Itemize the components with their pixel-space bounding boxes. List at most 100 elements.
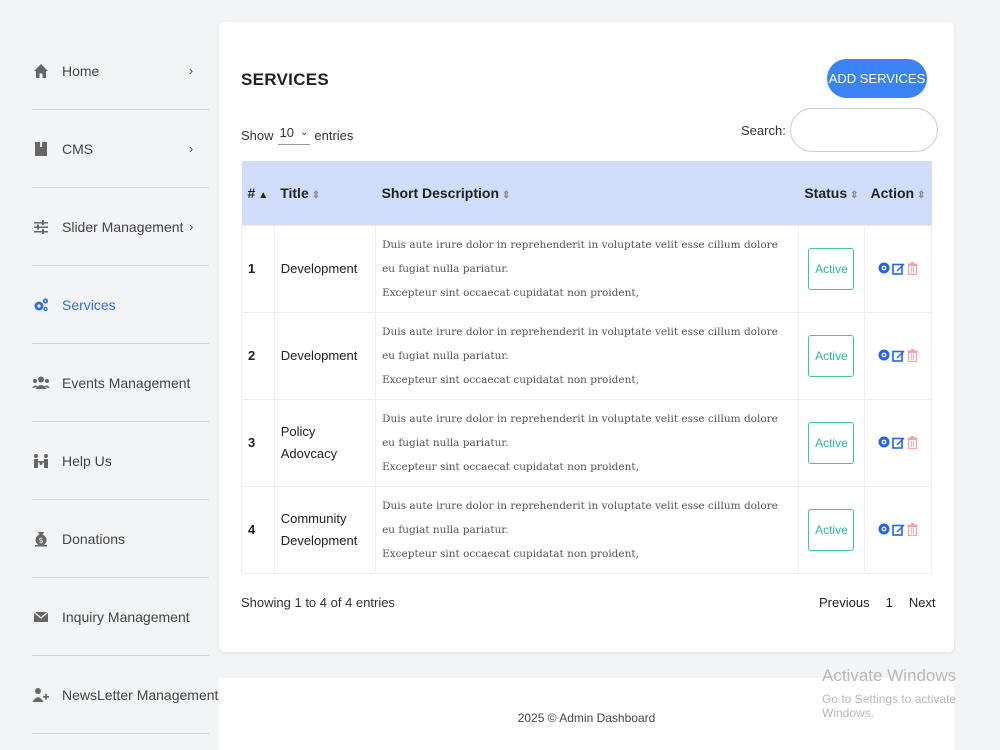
sidebar: Home › CMS › Slider Management › Service… bbox=[0, 0, 218, 750]
sort-icon: ⇕ bbox=[311, 189, 321, 201]
status-badge[interactable]: Active bbox=[808, 421, 855, 464]
table-row: 2 Development Duis aute irure dolor in rep… bbox=[241, 311, 932, 400]
row-status: Active bbox=[797, 398, 866, 487]
gears-icon bbox=[32, 296, 50, 314]
sidebar-item-label: Events Management bbox=[62, 374, 191, 391]
watermark-subtitle: Go to Settings to activate Windows. bbox=[822, 692, 957, 720]
row-actions bbox=[864, 485, 932, 574]
view-icon[interactable] bbox=[878, 436, 890, 450]
edit-icon[interactable] bbox=[892, 262, 905, 276]
sidebar-item-cms[interactable]: CMS › bbox=[32, 110, 209, 188]
row-description-line: Excepteur sint occaecat cupidatat non pr… bbox=[382, 460, 639, 473]
status-badge[interactable]: Active bbox=[808, 247, 855, 290]
sort-icon: ⇕ bbox=[917, 189, 926, 201]
status-badge[interactable]: Active bbox=[808, 508, 855, 551]
row-description: Duis aute irure dolor in reprehenderit i… bbox=[375, 485, 799, 574]
chevron-down-icon: ⌄ bbox=[300, 127, 309, 138]
chevron-right-icon: › bbox=[188, 63, 194, 78]
row-title: Policy Adovcacy bbox=[273, 398, 377, 487]
sidebar-item-events-management[interactable]: Events Management bbox=[32, 344, 209, 422]
pagination: Previous 1 Next bbox=[819, 595, 936, 610]
view-icon[interactable] bbox=[878, 349, 890, 363]
sidebar-item-label: Services bbox=[62, 296, 116, 313]
row-status: Active bbox=[797, 485, 866, 574]
money-bag-icon: $ bbox=[32, 530, 50, 548]
search-input[interactable] bbox=[789, 108, 938, 152]
delete-icon[interactable] bbox=[906, 436, 918, 450]
search-control: Search: bbox=[741, 108, 938, 152]
delete-icon[interactable] bbox=[906, 523, 918, 537]
sidebar-item-label: Home bbox=[62, 62, 100, 79]
people-icon bbox=[32, 452, 50, 470]
row-actions bbox=[864, 224, 932, 313]
entries-label: entries bbox=[314, 127, 354, 143]
row-actions bbox=[864, 398, 932, 487]
row-number: 3 bbox=[241, 398, 275, 487]
column-header-status[interactable]: Status ⇕ bbox=[798, 161, 864, 225]
edit-icon[interactable] bbox=[892, 436, 905, 450]
row-description-line: Excepteur sint occaecat cupidatat non pr… bbox=[382, 547, 639, 560]
row-title: Development bbox=[273, 311, 377, 400]
sidebar-item-services[interactable]: Services bbox=[32, 266, 209, 344]
edit-icon[interactable] bbox=[892, 349, 905, 363]
services-card: SERVICES ADD SERVICES Show 10 ⌄ entries … bbox=[219, 22, 954, 652]
sidebar-item-donations[interactable]: $ Donations bbox=[32, 500, 209, 578]
entries-select[interactable]: 10 ⌄ bbox=[277, 125, 311, 145]
column-header-description[interactable]: Short Description ⇕ bbox=[376, 161, 799, 225]
svg-text:$: $ bbox=[38, 536, 43, 545]
sort-icon: ⇕ bbox=[502, 189, 511, 201]
sidebar-item-label: Inquiry Management bbox=[62, 608, 190, 625]
watermark-title: Activate Windows bbox=[822, 666, 957, 685]
status-badge[interactable]: Active bbox=[808, 334, 855, 377]
entries-length-control: Show 10 ⌄ entries bbox=[241, 125, 353, 145]
pagination-previous[interactable]: Previous bbox=[819, 595, 870, 610]
home-icon bbox=[32, 62, 50, 80]
envelope-icon bbox=[32, 608, 50, 626]
sidebar-item-label: Help Us bbox=[62, 452, 112, 469]
row-number: 2 bbox=[241, 311, 275, 400]
sidebar-item-label: CMS bbox=[62, 140, 94, 157]
sidebar-item-help-us[interactable]: Help Us bbox=[32, 422, 209, 500]
search-label: Search: bbox=[741, 122, 786, 138]
column-header-title[interactable]: Title ⇕ bbox=[274, 161, 375, 225]
chevron-right-icon: › bbox=[188, 141, 194, 156]
pagination-next[interactable]: Next bbox=[909, 595, 936, 610]
sidebar-item-label: Slider Management bbox=[62, 218, 184, 235]
document-icon bbox=[32, 140, 50, 158]
show-label: Show bbox=[241, 127, 274, 143]
sidebar-item-inquiry-management[interactable]: Inquiry Management bbox=[32, 578, 209, 656]
row-status: Active bbox=[797, 224, 866, 313]
table-info: Showing 1 to 4 of 4 entries bbox=[241, 595, 395, 610]
sidebar-item-label: NewsLetter Management bbox=[62, 686, 219, 703]
table-row: 4 Community Development Duis aute irure do… bbox=[241, 485, 932, 574]
sidebar-item-newsletter-management[interactable]: NewsLetter Management bbox=[32, 656, 218, 734]
sidebar-item-label: Donations bbox=[62, 530, 126, 547]
row-title: Community Development bbox=[273, 485, 377, 574]
row-description-line: Excepteur sint occaecat cupidatat non pr… bbox=[382, 373, 639, 386]
delete-icon[interactable] bbox=[906, 349, 918, 363]
user-plus-icon bbox=[32, 686, 50, 704]
row-actions bbox=[864, 311, 932, 400]
page-title: SERVICES bbox=[241, 70, 330, 89]
column-header-action[interactable]: Action ⇕ bbox=[865, 161, 932, 225]
row-description: Duis aute irure dolor in reprehenderit i… bbox=[375, 398, 799, 487]
row-description-line: Duis aute irure dolor in reprehenderit i… bbox=[382, 412, 778, 449]
chevron-right-icon: › bbox=[189, 219, 194, 234]
edit-icon[interactable] bbox=[892, 523, 905, 537]
entries-select-value: 10 bbox=[279, 125, 294, 140]
column-header-number[interactable]: # ▲ bbox=[242, 161, 275, 225]
row-title: Development bbox=[273, 224, 377, 313]
view-icon[interactable] bbox=[878, 262, 890, 276]
row-status: Active bbox=[797, 311, 866, 400]
sidebar-item-slider-management[interactable]: Slider Management › bbox=[32, 188, 209, 266]
pagination-page-1[interactable]: 1 bbox=[886, 595, 893, 610]
table-body: 1 Development Duis aute irure dolor in rep… bbox=[241, 224, 932, 574]
row-number: 1 bbox=[241, 224, 275, 313]
view-icon[interactable] bbox=[878, 523, 890, 537]
sidebar-item-home[interactable]: Home › bbox=[32, 32, 209, 110]
table-row: 3 Policy Adovcacy Duis aute irure dolor in… bbox=[241, 398, 932, 487]
row-description-line: Duis aute irure dolor in reprehenderit i… bbox=[382, 238, 778, 275]
table-header-row: # ▲ Title ⇕ Short Description ⇕ Status ⇕ Act… bbox=[241, 161, 932, 225]
add-services-button[interactable]: ADD SERVICES bbox=[827, 59, 927, 98]
delete-icon[interactable] bbox=[906, 262, 918, 276]
